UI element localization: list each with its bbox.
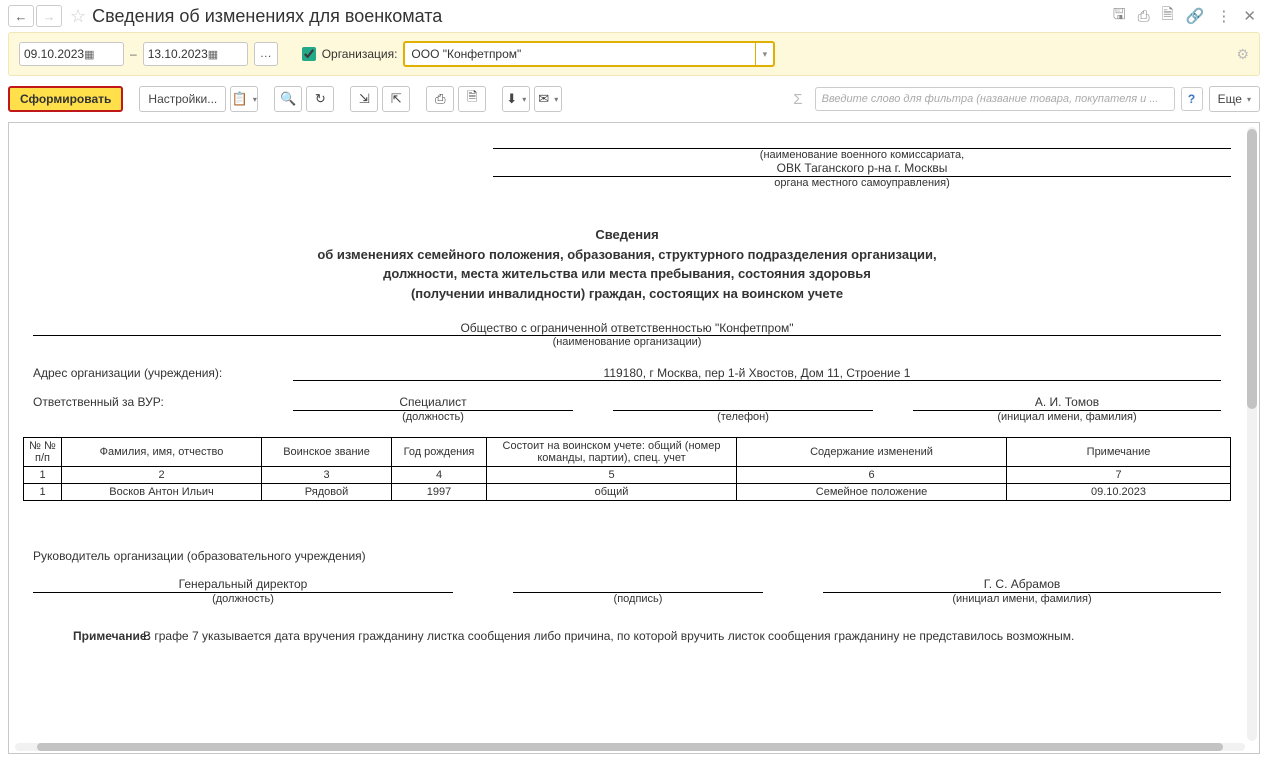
- date-range-picker-button[interactable]: …: [254, 42, 278, 66]
- scrollbar-thumb[interactable]: [37, 743, 1223, 751]
- sign-title: Руководитель организации (образовательно…: [33, 549, 1221, 563]
- address-label: Адрес организации (учреждения):: [33, 366, 293, 381]
- report-title: Сведения об изменениях семейного положен…: [23, 225, 1231, 303]
- address-row: Адрес организации (учреждения): 119180, …: [23, 366, 1231, 381]
- kebab-menu-icon[interactable]: ⋮: [1216, 7, 1231, 25]
- calendar-icon[interactable]: ▦: [208, 48, 243, 61]
- sign-position: Генеральный директор: [33, 577, 453, 593]
- preview-button[interactable]: 🗎: [458, 86, 486, 112]
- responsible-position-sub: (должность): [293, 411, 573, 423]
- close-icon[interactable]: ✕: [1243, 7, 1256, 25]
- nav-back-button[interactable]: ←: [8, 5, 34, 27]
- send-button[interactable]: ✉▾: [534, 86, 562, 112]
- scrollbar-thumb[interactable]: [1247, 129, 1257, 409]
- responsible-name: А. И. Томов: [913, 395, 1221, 411]
- data-table: № № п/п Фамилия, имя, отчество Воинское …: [23, 437, 1231, 501]
- th-note: Примечание: [1007, 438, 1231, 467]
- nav-forward-button[interactable]: →: [36, 5, 62, 27]
- date-to-input[interactable]: 13.10.2023 ▦: [143, 42, 248, 66]
- responsible-phone-sub: (телефон): [613, 411, 873, 423]
- th-rank: Воинское звание: [262, 438, 392, 467]
- responsible-row: Ответственный за ВУР: Специалист (должно…: [23, 395, 1231, 423]
- toolbar: Сформировать Настройки... 📋▾ 🔍 ↻ ⇲ ⇱ ⎙ 🗎…: [0, 76, 1268, 118]
- th-account: Состоит на воинском учете: общий (номер …: [487, 438, 737, 467]
- find-button[interactable]: 🔍: [274, 86, 302, 112]
- table-row: 1 Восков Антон Ильич Рядовой 1997 общий …: [24, 484, 1231, 501]
- date-to-value: 13.10.2023: [148, 47, 208, 61]
- save-as-button[interactable]: ⬇▾: [502, 86, 530, 112]
- filter-funnel-icon[interactable]: ⚙: [1236, 46, 1249, 63]
- th-change: Содержание изменений: [737, 438, 1007, 467]
- report-header-block: (наименование военного комиссариата, ОВК…: [493, 135, 1231, 189]
- org-filter-checkbox[interactable]: [302, 47, 316, 61]
- sigma-icon[interactable]: Σ: [793, 91, 802, 108]
- help-button[interactable]: ?: [1181, 87, 1203, 111]
- date-from-input[interactable]: 09.10.2023 ▦: [19, 42, 124, 66]
- variants-button[interactable]: 📋▾: [230, 86, 258, 112]
- report-content: (наименование военного комиссариата, ОВК…: [9, 123, 1245, 743]
- generate-button[interactable]: Сформировать: [8, 86, 123, 112]
- address-value: 119180, г Москва, пер 1-й Хвостов, Дом 1…: [293, 366, 1221, 381]
- note-label: Примечание:: [33, 629, 143, 643]
- responsible-name-sub: (инициал имени, фамилия): [913, 411, 1221, 423]
- save-icon[interactable]: 🖫: [1113, 4, 1126, 29]
- sign-name-sub: (инициал имени, фамилия): [823, 593, 1221, 605]
- date-range-dash: –: [130, 47, 137, 61]
- org-value: ООО "Конфетпром": [411, 47, 521, 61]
- note-text: В графе 7 указывается дата вручения граж…: [143, 629, 1221, 643]
- sign-signature: [513, 577, 763, 593]
- org-label: Организация:: [322, 47, 398, 61]
- more-button[interactable]: Еще▾: [1209, 86, 1260, 112]
- th-year: Год рождения: [392, 438, 487, 467]
- horizontal-scrollbar[interactable]: [15, 743, 1245, 751]
- th-fio: Фамилия, имя, отчество: [62, 438, 262, 467]
- link-icon[interactable]: 🔗: [1186, 7, 1205, 25]
- org-name-sub: (наименование организации): [23, 336, 1231, 348]
- table-numrow: 1 2 3 4 5 6 7: [24, 467, 1231, 484]
- commissariat-line2: ОВК Таганского р-на г. Москвы: [493, 161, 1231, 177]
- date-from-value: 09.10.2023: [24, 47, 84, 61]
- expand-all-button[interactable]: ⇲: [350, 86, 378, 112]
- org-name-line: Общество с ограниченной ответственностью…: [33, 321, 1221, 336]
- preview-icon[interactable]: 🗎: [1162, 4, 1174, 29]
- titlebar: ← → ☆ Сведения об изменениях для военком…: [0, 0, 1268, 32]
- print-icon[interactable]: ⎙: [1138, 8, 1150, 25]
- find-next-button[interactable]: ↻: [306, 86, 334, 112]
- collapse-all-button[interactable]: ⇱: [382, 86, 410, 112]
- sign-name: Г. С. Абрамов: [823, 577, 1221, 593]
- commissariat-line1: [493, 135, 1231, 149]
- search-filter-input[interactable]: Введите слово для фильтра (название това…: [815, 87, 1175, 111]
- note-block: Примечание: В графе 7 указывается дата в…: [23, 629, 1231, 643]
- calendar-icon[interactable]: ▦: [84, 48, 119, 61]
- signature-block: Руководитель организации (образовательно…: [23, 549, 1231, 605]
- th-num: № № п/п: [24, 438, 62, 467]
- table-header-row: № № п/п Фамилия, имя, отчество Воинское …: [24, 438, 1231, 467]
- report-frame: (наименование военного комиссариата, ОВК…: [8, 122, 1260, 754]
- favorite-star-icon[interactable]: ☆: [70, 6, 86, 27]
- commissariat-sub1: (наименование военного комиссариата,: [493, 149, 1231, 161]
- filter-bar: 09.10.2023 ▦ – 13.10.2023 ▦ … Организаци…: [8, 32, 1260, 76]
- commissariat-sub2: органа местного самоуправления): [493, 177, 1231, 189]
- responsible-label: Ответственный за ВУР:: [33, 395, 293, 423]
- search-placeholder: Введите слово для фильтра (название това…: [822, 93, 1159, 105]
- print-button[interactable]: ⎙: [426, 86, 454, 112]
- page-title: Сведения об изменениях для военкомата: [92, 6, 1113, 27]
- responsible-phone: [613, 395, 873, 411]
- vertical-scrollbar[interactable]: [1247, 127, 1257, 741]
- responsible-position: Специалист: [293, 395, 573, 411]
- org-combo[interactable]: ООО "Конфетпром" ▾: [403, 41, 775, 67]
- chevron-down-icon[interactable]: ▾: [755, 43, 773, 65]
- sign-signature-sub: (подпись): [513, 593, 763, 605]
- titlebar-actions: 🖫 ⎙ 🗎 🔗 ⋮ ✕: [1113, 4, 1256, 29]
- settings-button[interactable]: Настройки...: [139, 86, 226, 112]
- sign-position-sub: (должность): [33, 593, 453, 605]
